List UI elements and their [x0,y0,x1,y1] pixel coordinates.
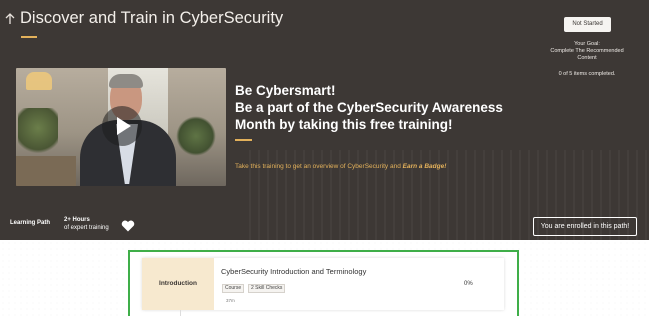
page-title: Discover and Train in CyberSecurity [20,9,284,27]
course-chip: Course [222,284,245,293]
goal-line-3: Content [577,55,597,61]
module-progress-percent: 0% [464,281,473,287]
title-accent-line [21,36,37,38]
goal-line-2: Complete The Recommended [550,48,624,54]
heart-icon[interactable] [121,219,135,232]
status-badge: Not Started [564,17,611,32]
video-bg-plant-right [176,116,216,156]
module-section-label: Introduction [142,258,214,310]
play-button[interactable] [102,106,142,146]
promo-headline: Be Cybersmart! Be a part of the CyberSec… [235,82,525,133]
headline-line-3: Month by taking this free training! [235,117,453,132]
hours-subtitle: of expert training [64,225,109,231]
hero-banner: Discover and Train in CyberSecurity Not … [0,0,649,240]
video-bg-lamp [26,72,52,90]
headline-line-1: Be Cybersmart! [235,83,336,98]
learning-path-label: Learning Path [10,220,51,226]
description-text: Take this training to get an overview of… [235,163,403,170]
progress-text: 0 of 5 items completed. [558,71,616,77]
back-arrow-icon[interactable] [4,12,16,26]
goal-text: Your Goal: Complete The Recommended Cont… [535,41,639,62]
enrolled-button[interactable]: You are enrolled in this path! [533,217,637,236]
video-bg-plant [18,108,58,158]
module-duration: 37m [226,298,235,303]
hours-value: 2+ Hours [64,217,90,223]
module-title[interactable]: CyberSecurity Introduction and Terminolo… [221,267,366,276]
skill-checks-chip: 2 Skill Checks [248,284,286,293]
video-thumbnail[interactable] [16,68,226,186]
earn-badge-text: Earn a Badge! [402,163,447,170]
play-icon [117,117,131,135]
timeline-line [180,310,181,316]
video-bg-shelf [16,156,76,186]
video-person-hair [109,74,143,88]
headline-line-2: Be a part of the CyberSecurity Awareness [235,100,503,115]
headline-accent-line [235,139,252,141]
promo-description: Take this training to get an overview of… [235,163,446,170]
goal-line-1: Your Goal: [574,41,600,47]
module-card[interactable]: Introduction CyberSecurity Introduction … [142,258,504,310]
